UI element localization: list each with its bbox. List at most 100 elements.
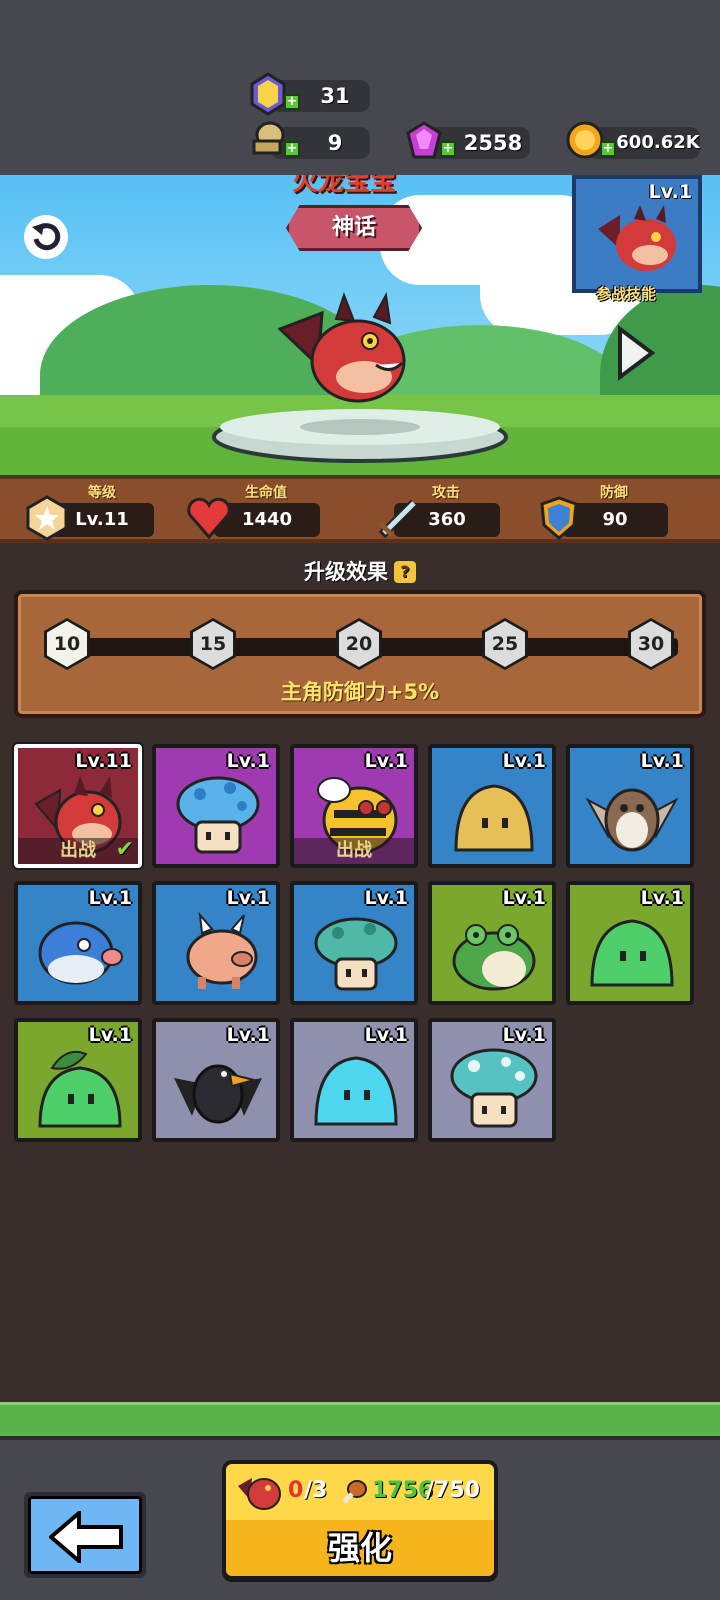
skill-dragon-icon: [598, 205, 676, 271]
level-label: 等级: [88, 485, 116, 501]
shield-icon: [540, 496, 578, 540]
pet-level: Lv.1: [88, 1024, 132, 1046]
hp-label: 生命值: [245, 485, 287, 501]
pet-showcase: 火龙宝宝 神话 Lv.1 参战技能: [0, 175, 720, 475]
rarity-badge: 神话: [286, 205, 422, 251]
crow-icon: [174, 1064, 262, 1124]
enhance-button[interactable]: 0 /3 1756 /750 强化: [222, 1460, 498, 1582]
enhance-label: 强化: [226, 1520, 494, 1576]
add-scroll-icon[interactable]: +: [284, 141, 300, 157]
pet-card[interactable]: Lv.1: [152, 744, 280, 868]
pet-level: Lv.1: [364, 1024, 408, 1046]
pet-card[interactable]: Lv.1: [566, 744, 694, 868]
frog-icon: [452, 924, 536, 991]
gold-counter[interactable]: + 600.62K: [566, 121, 700, 159]
pedestal: [212, 409, 508, 463]
next-pet-arrow-icon[interactable]: [616, 325, 656, 381]
pet-level: Lv.1: [640, 887, 684, 909]
gem-counter[interactable]: + 31: [250, 72, 370, 116]
pet-name: 火龙宝宝: [292, 175, 397, 197]
refresh-icon[interactable]: [22, 213, 70, 261]
pet-level: Lv.1: [502, 1024, 546, 1046]
defense-label: 防御: [600, 485, 628, 501]
deployed-label: 出战: [294, 838, 414, 864]
meat-icon: [342, 1480, 367, 1504]
milestone-node: 15: [190, 618, 236, 670]
upgrade-effect-title: 升级效果?: [0, 556, 720, 586]
milestone-node: 25: [482, 618, 528, 670]
pet-level: Lv.1: [502, 750, 546, 772]
pet-level: Lv.1: [364, 750, 408, 772]
milestone-node: 20: [336, 618, 382, 670]
pet-level: Lv.1: [88, 887, 132, 909]
pet-level: Lv.1: [502, 887, 546, 909]
gold-coin-icon: [566, 121, 604, 159]
milestone-label: 30: [631, 621, 671, 667]
green-slime-icon: [590, 919, 674, 987]
help-icon[interactable]: ?: [394, 561, 416, 583]
upgrade-panel: 10 15 20 25 30 主角防御力+5%: [14, 590, 706, 718]
pet-level: Lv.1: [364, 887, 408, 909]
pet-card[interactable]: Lv.1: [428, 744, 556, 868]
milestone-label: 25: [485, 621, 525, 667]
level-star-icon: [26, 495, 68, 541]
shard-have: 0: [288, 1478, 304, 1503]
sword-icon: [378, 499, 418, 539]
pet-card[interactable]: Lv.1: [428, 881, 556, 1005]
bottom-bar: 0 /3 1756 /750 强化: [0, 1436, 720, 1600]
add-gold-icon[interactable]: +: [600, 141, 616, 157]
gem-value: 31: [320, 84, 350, 108]
check-icon: ✔: [115, 837, 134, 862]
pet-card[interactable]: Lv.1: [152, 1018, 280, 1142]
enhance-cost: 0 /3 1756 /750: [226, 1464, 494, 1520]
pet-level: Lv.11: [75, 750, 132, 772]
food-need: /750: [426, 1478, 480, 1503]
yellow-slime-icon: [454, 784, 534, 852]
back-button[interactable]: [24, 1492, 146, 1578]
blue-mushroom-icon: [176, 776, 260, 854]
pet-card[interactable]: Lv.1: [152, 881, 280, 1005]
pig-icon: [186, 911, 258, 989]
shard-need: /3: [304, 1478, 328, 1503]
crystal-counter[interactable]: + 2558: [406, 121, 530, 159]
add-crystal-icon[interactable]: +: [440, 141, 456, 157]
upgrade-title-text: 升级效果: [304, 560, 388, 584]
upgrade-effect-text: 主角防御力+5%: [280, 680, 440, 704]
milestone-label: 10: [47, 621, 87, 667]
bottom-grass: [0, 1402, 720, 1436]
pet-level: Lv.1: [226, 887, 270, 909]
arrow-left-icon: [49, 1511, 123, 1563]
pet-card[interactable]: Lv.1: [290, 1018, 418, 1142]
pet-level: Lv.1: [226, 1024, 270, 1046]
scroll-counter[interactable]: + 9: [252, 121, 370, 159]
milestone-label: 15: [193, 621, 233, 667]
pufferfish-icon: [38, 921, 123, 985]
resource-bar: + 31 + 9 + 2558 + 600.62K: [0, 0, 720, 175]
owl-icon: [585, 788, 679, 852]
pet-card[interactable]: Lv.1 出战: [290, 744, 418, 868]
pet-card[interactable]: Lv.1: [14, 881, 142, 1005]
back-button-face: [28, 1496, 142, 1574]
stats-bar: 等级 Lv.11 生命值 1440 攻击 360 防御 90: [0, 475, 720, 543]
teal-mushroom-icon: [314, 917, 398, 991]
scroll-icon: [252, 121, 285, 155]
pet-card[interactable]: Lv.1: [566, 881, 694, 1005]
skill-card[interactable]: Lv.1: [572, 175, 702, 293]
gold-value: 600.62K: [616, 132, 700, 153]
pet-card[interactable]: Lv.1: [290, 881, 418, 1005]
dragon-shard-icon: [238, 1478, 281, 1510]
pet-card[interactable]: Lv.1: [428, 1018, 556, 1142]
pet-card[interactable]: Lv.11 出战 ✔: [14, 744, 142, 868]
milestone-node: 10: [44, 618, 90, 670]
leaf-slime-icon: [38, 1050, 122, 1128]
pet-card[interactable]: Lv.1: [14, 1018, 142, 1142]
heart-icon: [187, 497, 231, 540]
pet-level: Lv.1: [226, 750, 270, 772]
crystal-value: 2558: [463, 131, 523, 155]
red-dragon-icon: [278, 291, 406, 403]
cyan-slime-icon: [314, 1056, 398, 1126]
crystal-icon: [406, 121, 442, 159]
cyan-mushroom-icon: [450, 1048, 538, 1128]
add-gem-icon[interactable]: +: [284, 94, 300, 110]
gem-icon: [250, 72, 286, 116]
